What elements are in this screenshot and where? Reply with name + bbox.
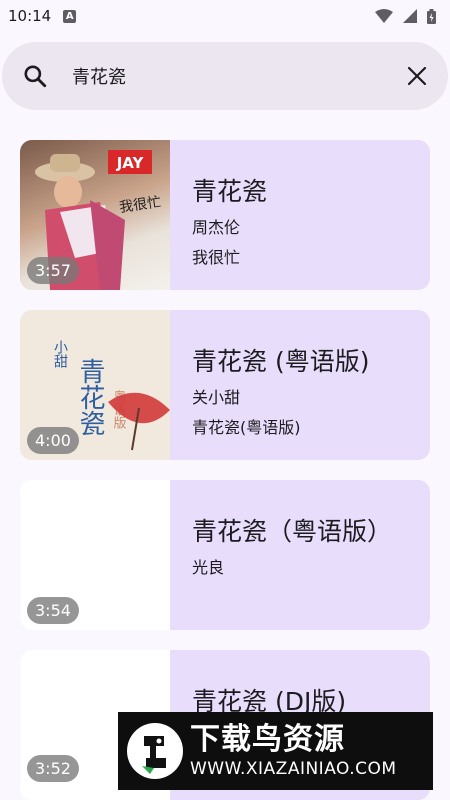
watermark-banner: 下载鸟资源 WWW.XIAZAINIAO.COM <box>118 712 433 790</box>
notification-a-icon: A <box>63 9 77 23</box>
watermark-url: WWW.XIAZAINIAO.COM <box>190 759 397 779</box>
status-time: 10:14 <box>8 7 52 25</box>
duration-badge: 3:52 <box>27 755 79 782</box>
album-script-text: 我很忙 <box>118 194 162 216</box>
album-cover-thumbnail: 3:54 <box>20 480 170 630</box>
album-badge: JAY <box>116 154 145 172</box>
album-cover-thumbnail: JAY 我很忙 3:57 <box>20 140 170 290</box>
wifi-icon <box>375 9 393 23</box>
song-title: 青花瓷 <box>192 177 268 206</box>
result-card[interactable]: 3:54 青花瓷（粤语版） 光良 <box>20 480 430 630</box>
status-bar: 10:14 A <box>0 0 450 32</box>
song-title: 青花瓷（粤语版） <box>192 517 393 546</box>
duration-badge: 4:00 <box>27 427 79 454</box>
search-icon[interactable] <box>22 63 48 89</box>
close-icon[interactable] <box>406 65 428 87</box>
result-card[interactable]: 青花瓷 小甜 粤语版 4:00 青花瓷 (粤语版) 关小甜 青花瓷(粤语版) <box>20 310 430 460</box>
battery-icon <box>427 8 436 24</box>
song-album: 青花瓷(粤语版) <box>192 418 301 437</box>
album-cover-title: 青花瓷 <box>75 358 105 436</box>
album-cover-thumbnail: 青花瓷 小甜 粤语版 4:00 <box>20 310 170 460</box>
result-card[interactable]: JAY 我很忙 3:57 青花瓷 周杰伦 我很忙 <box>20 140 430 290</box>
song-artist: 关小甜 <box>192 388 241 407</box>
watermark-title: 下载鸟资源 <box>190 722 345 757</box>
album-cover-artist: 小甜 <box>52 340 68 368</box>
signal-icon <box>403 9 417 23</box>
search-bar[interactable] <box>2 42 448 110</box>
song-title: 青花瓷 (粤语版) <box>192 347 370 376</box>
duration-badge: 3:57 <box>27 257 79 284</box>
song-artist: 光良 <box>192 558 225 577</box>
song-artist: 周杰伦 <box>192 218 241 237</box>
duration-badge: 3:54 <box>27 597 79 624</box>
search-input[interactable] <box>70 64 406 88</box>
bird-logo-icon <box>127 723 183 779</box>
song-album: 我很忙 <box>192 248 241 267</box>
